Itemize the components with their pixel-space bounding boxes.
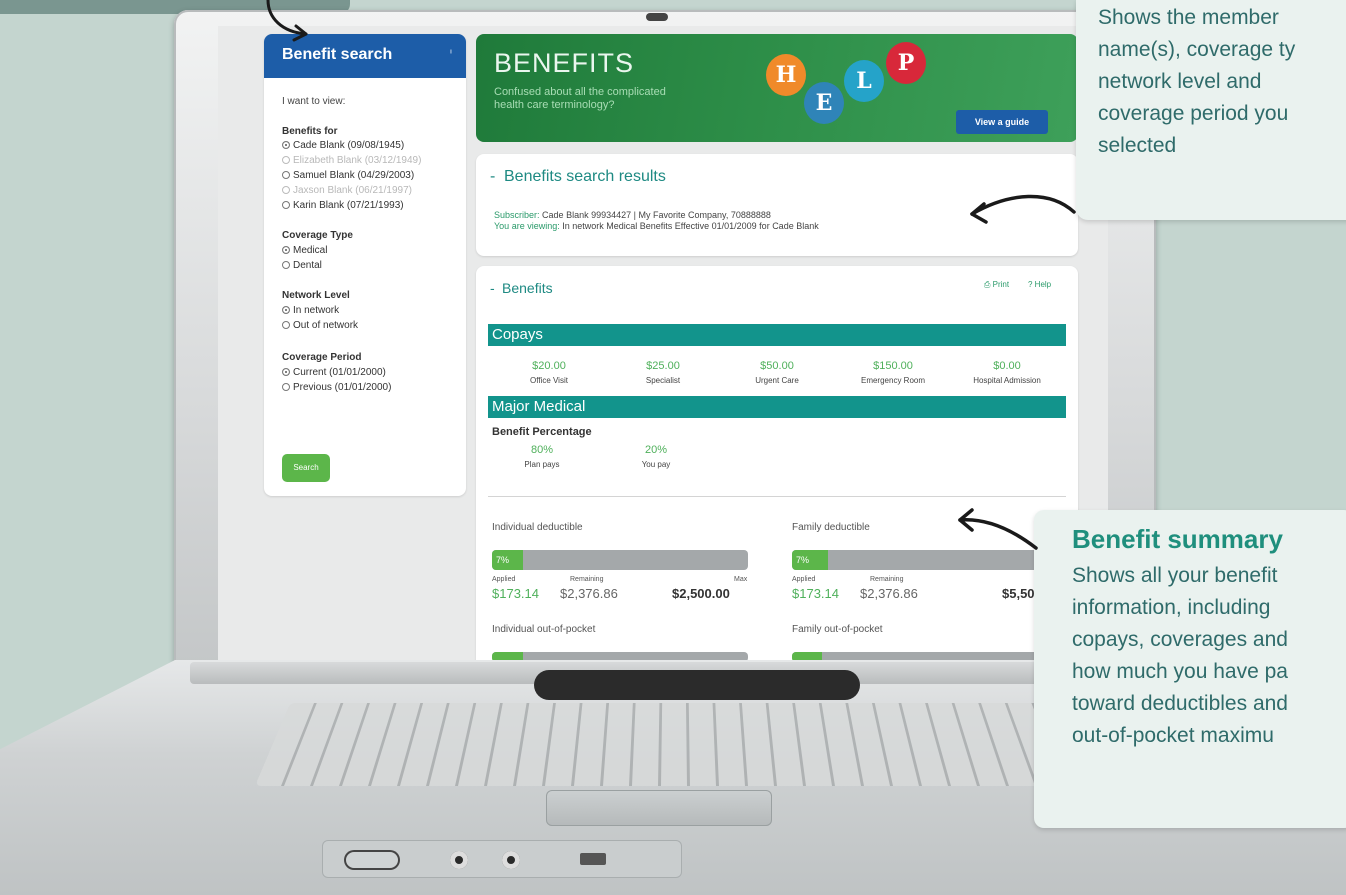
arrow-to-results-icon <box>970 194 1076 216</box>
arrow-to-benefits-icon <box>958 518 1038 550</box>
callout-arrows <box>266 0 1076 550</box>
